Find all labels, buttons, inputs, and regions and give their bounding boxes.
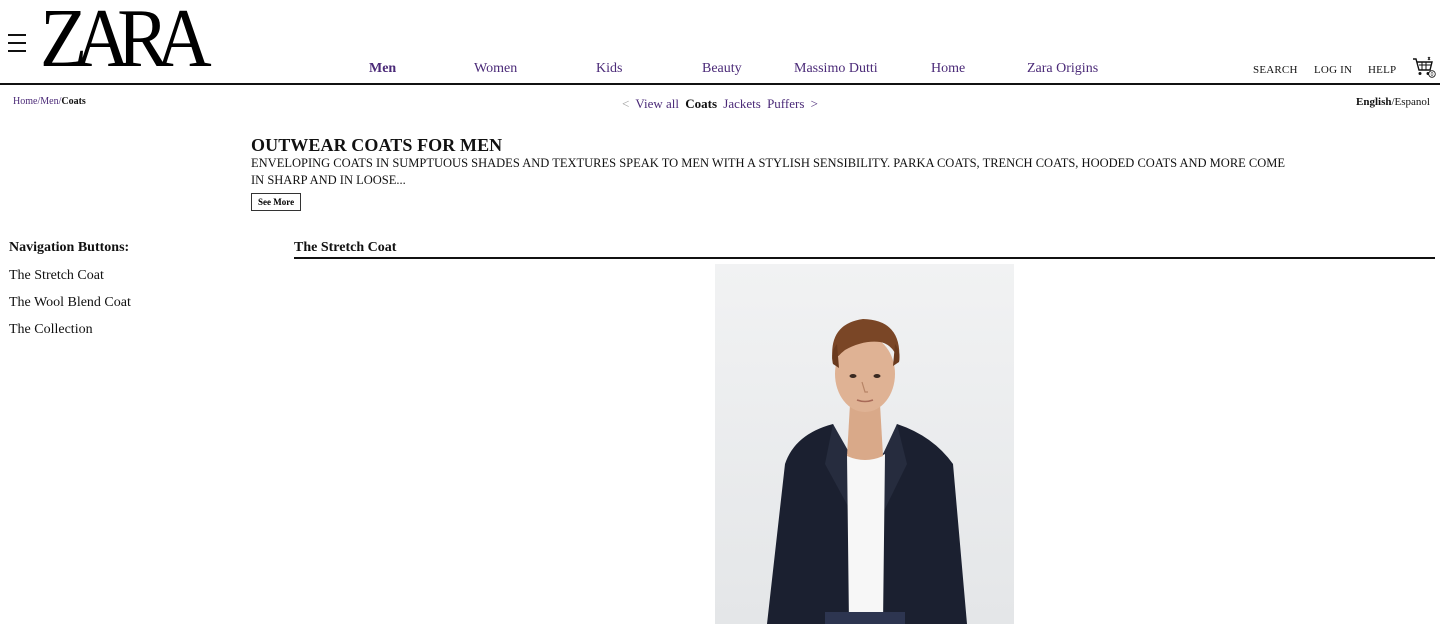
sidenav-item-stretch-coat[interactable]: The Stretch Coat (9, 262, 229, 289)
language-switcher: English/Espanol (1356, 96, 1430, 108)
nav-beauty[interactable]: Beauty (702, 61, 742, 77)
nav-zara-origins[interactable]: Zara Origins (1027, 61, 1098, 77)
breadcrumb-men[interactable]: Men (40, 96, 58, 107)
subnav-jackets[interactable]: Jackets (723, 96, 761, 111)
nav-kids[interactable]: Kids (596, 61, 622, 77)
breadcrumb-current: Coats (61, 96, 86, 107)
section-title: The Stretch Coat (294, 240, 397, 255)
language-espanol[interactable]: Espanol (1395, 96, 1430, 108)
nav-massimo-dutti[interactable]: Massimo Dutti (794, 61, 878, 77)
subnav-view-all[interactable]: View all (635, 96, 679, 111)
side-navigation: Navigation Buttons: The Stretch Coat The… (9, 240, 229, 343)
product-photo-icon (715, 264, 1014, 624)
category-intro: OUTWEAR COATS FOR MEN ENVELOPING COATS I… (251, 135, 1291, 211)
next-arrow-icon[interactable]: > (811, 96, 818, 111)
page: ZARA Men Women Kids Beauty Massimo Dutti… (0, 0, 1440, 624)
zara-logo[interactable]: ZARA (40, 0, 212, 81)
search-link[interactable]: SEARCH (1253, 64, 1298, 76)
side-navigation-title: Navigation Buttons: (9, 240, 130, 255)
breadcrumb: Home/Men/Coats (13, 96, 86, 107)
prev-arrow-icon[interactable]: < (622, 96, 629, 111)
hamburger-menu-icon[interactable] (8, 32, 27, 52)
product-image[interactable] (715, 264, 1014, 624)
category-description: ENVELOPING COATS IN SUMPTUOUS SHADES AND… (251, 156, 1286, 187)
nav-men[interactable]: Men (369, 61, 396, 77)
section-divider (294, 257, 1435, 259)
help-link[interactable]: HELP (1368, 64, 1396, 76)
breadcrumb-home[interactable]: Home (13, 96, 37, 107)
cart-count: 0 (1431, 72, 1434, 78)
nav-women[interactable]: Women (474, 61, 517, 77)
subnav-coats: Coats (685, 96, 718, 111)
page-title: OUTWEAR COATS FOR MEN (251, 135, 503, 155)
site-header: ZARA Men Women Kids Beauty Massimo Dutti… (0, 0, 1440, 86)
login-link[interactable]: LOG IN (1314, 64, 1352, 76)
subnav-puffers[interactable]: Puffers (767, 96, 804, 111)
category-subnav: < View all Coats Jackets Puffers > (622, 96, 821, 112)
sidenav-item-collection[interactable]: The Collection (9, 316, 229, 343)
header-divider (0, 83, 1440, 85)
see-more-button[interactable]: See More (251, 193, 302, 211)
nav-home[interactable]: Home (931, 61, 965, 77)
sidenav-item-wool-blend-coat[interactable]: The Wool Blend Coat (9, 289, 229, 316)
shopping-cart-icon[interactable]: 0 (1412, 56, 1436, 78)
language-english[interactable]: English (1356, 96, 1391, 108)
